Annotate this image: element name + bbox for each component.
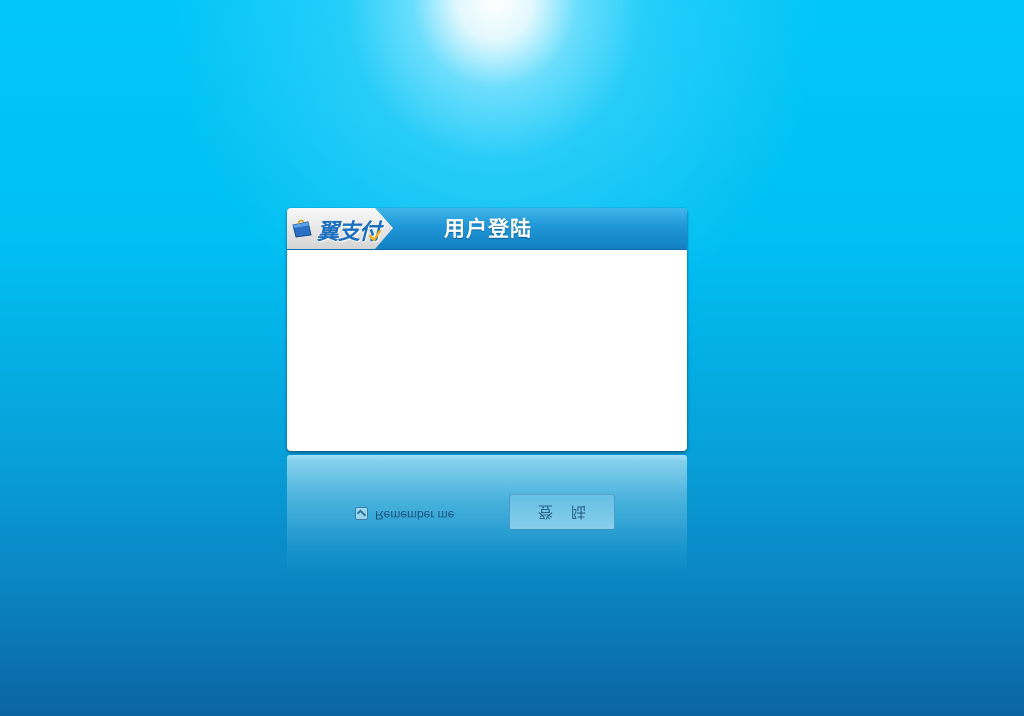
remember-me-option[interactable]: Remember me	[355, 503, 465, 523]
panel-title: 用户登陆	[444, 217, 532, 241]
login-button[interactable]: 登陆	[509, 494, 615, 530]
remember-me-label: Remember me	[375, 508, 455, 522]
login-panel: 翼支付 用户登陆	[287, 208, 687, 451]
login-form-area	[287, 250, 687, 451]
check-mark-icon	[369, 230, 381, 242]
wallet-bag-icon	[292, 219, 312, 238]
checkbox-icon[interactable]	[355, 507, 368, 520]
reflection-band	[287, 455, 687, 461]
panel-header: 翼支付 用户登陆	[287, 208, 687, 250]
logo: 翼支付	[287, 208, 393, 249]
login-panel-reflection: Remember me 登陆	[287, 455, 687, 575]
